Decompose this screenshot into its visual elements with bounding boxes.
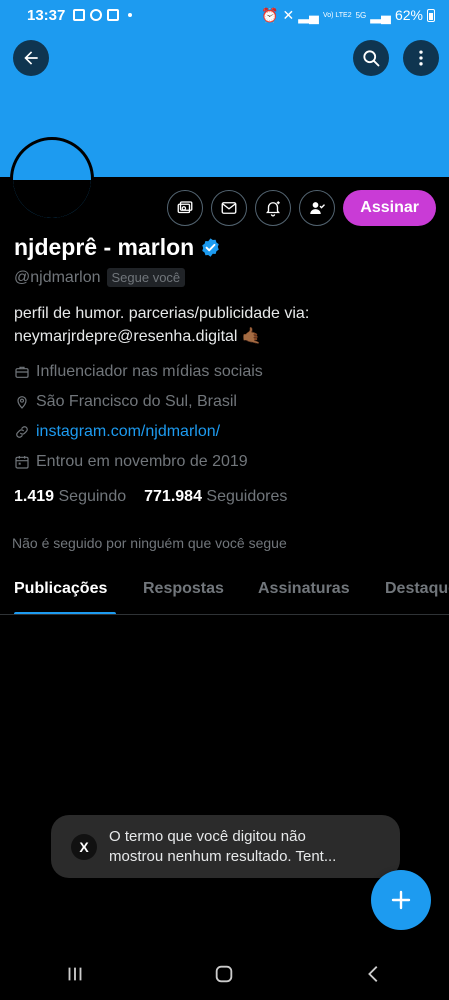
follows-you-badge: Segue você (106, 268, 186, 287)
toast-line-1: O termo que você digitou não (109, 827, 306, 845)
profile-handle: @njdmarlon (14, 268, 101, 286)
follow-button[interactable] (299, 190, 336, 226)
volte-icon: Vo) LTE2 (322, 11, 352, 19)
profile-website-link[interactable]: instagram.com/njdmarlon/ (36, 423, 220, 441)
home-icon[interactable] (213, 963, 235, 985)
following-link[interactable]: 1.419 Seguindo (14, 488, 126, 506)
chat-icon (90, 9, 103, 21)
message-icon (221, 202, 237, 214)
tab-highlights[interactable]: Destaques (385, 580, 449, 598)
status-time: 13:37 (27, 6, 66, 24)
profile-category: Influenciador nas mídias sociais (36, 363, 263, 380)
location-pin-icon (17, 396, 27, 409)
handle-row: @njdmarlon Segue você (14, 268, 186, 287)
monetize-icon (177, 201, 193, 214)
toast-text: O termo que você digitou não mostrou nen… (109, 827, 379, 867)
bio-line-2: neymarjrdepre@resenha.digital 🤙🏾 (14, 328, 262, 345)
followers-link[interactable]: 771.984 Seguidores (144, 488, 287, 506)
compose-button[interactable] (371, 870, 431, 930)
follow-counts: 1.419 Seguindo 771.984 Seguidores (14, 488, 287, 506)
following-label: Seguindo (58, 488, 127, 505)
profile-location-row: São Francisco do Sul, Brasil (14, 393, 237, 411)
profile-location: São Francisco do Sul, Brasil (36, 393, 237, 410)
briefcase-icon (15, 366, 29, 378)
arrow-left-icon (24, 51, 38, 65)
plus-icon (391, 890, 411, 910)
status-right: ⏰ ✕ ▂▄ Vo) LTE2 5G ▂▄ 62% (261, 7, 435, 24)
more-vertical-icon (419, 50, 423, 66)
tab-posts[interactable]: Publicações (14, 580, 107, 598)
profile-category-row: Influenciador nas mídias sociais (14, 363, 263, 381)
verified-badge-icon[interactable] (200, 237, 221, 258)
profile-tabs: Publicações Respostas Assinaturas Destaq… (0, 567, 449, 615)
toast-message: X O termo que você digitou não mostrou n… (51, 815, 400, 878)
signal-icon: ▂▄ (298, 6, 319, 23)
system-navigation-bar (0, 948, 449, 1000)
avatar[interactable] (10, 137, 94, 221)
tab-subscriptions[interactable]: Assinaturas (258, 580, 350, 598)
avatar-image (13, 180, 91, 218)
profile-bio: perfil de humor. parcerias/publicidade v… (14, 302, 434, 348)
followers-count: 771.984 (144, 488, 202, 505)
x-logo-icon: X (71, 833, 97, 860)
subscribe-button[interactable]: Assinar (343, 190, 436, 226)
tab-replies[interactable]: Respostas (143, 580, 224, 598)
back-button[interactable] (13, 40, 49, 76)
notifications-button[interactable] (255, 190, 292, 226)
status-bar: 13:37 ⏰ ✕ ▂▄ Vo) LTE2 5G ▂▄ 62% (0, 0, 449, 30)
display-name: njdeprê - marlon (14, 234, 195, 260)
battery-percent: 62% (394, 7, 423, 23)
signal-icon-2: ▂▄ (370, 6, 391, 23)
notification-bell-icon (266, 201, 281, 217)
5g-icon: 5G (355, 10, 367, 20)
notification-icons (73, 9, 133, 21)
more-options-button[interactable] (403, 40, 439, 76)
back-nav-icon[interactable] (363, 963, 385, 985)
alarm-icon: ⏰ (261, 6, 279, 23)
battery-icon (427, 8, 435, 22)
toast-line-2: mostrou nenhum resultado. Tent... (109, 847, 337, 865)
more-notifications-icon (128, 13, 133, 17)
mute-icon: ✕ (282, 6, 295, 23)
profile-name-row: njdeprê - marlon (14, 234, 221, 261)
profile-website-row: instagram.com/njdmarlon/ (14, 423, 220, 441)
active-tab-indicator (14, 612, 116, 614)
following-count: 1.419 (14, 488, 55, 505)
search-button[interactable] (353, 40, 389, 76)
gallery-icon (73, 9, 86, 21)
bio-line-1: perfil de humor. parcerias/publicidade v… (14, 305, 310, 322)
link-icon (16, 426, 28, 438)
not-followed-notice: Não é seguido por ninguém que você segue (12, 535, 287, 551)
search-icon (363, 50, 380, 67)
checkbox-icon (107, 9, 120, 21)
follow-user-icon (310, 202, 326, 214)
calendar-icon (15, 456, 29, 469)
monetize-button[interactable] (167, 190, 204, 226)
followers-label: Seguidores (206, 488, 288, 505)
profile-actions: Assinar (167, 190, 436, 226)
profile-joined: Entrou em novembro de 2019 (36, 453, 248, 470)
profile-joined-row: Entrou em novembro de 2019 (14, 453, 248, 471)
message-button[interactable] (211, 190, 248, 226)
recent-apps-icon[interactable] (64, 963, 86, 985)
